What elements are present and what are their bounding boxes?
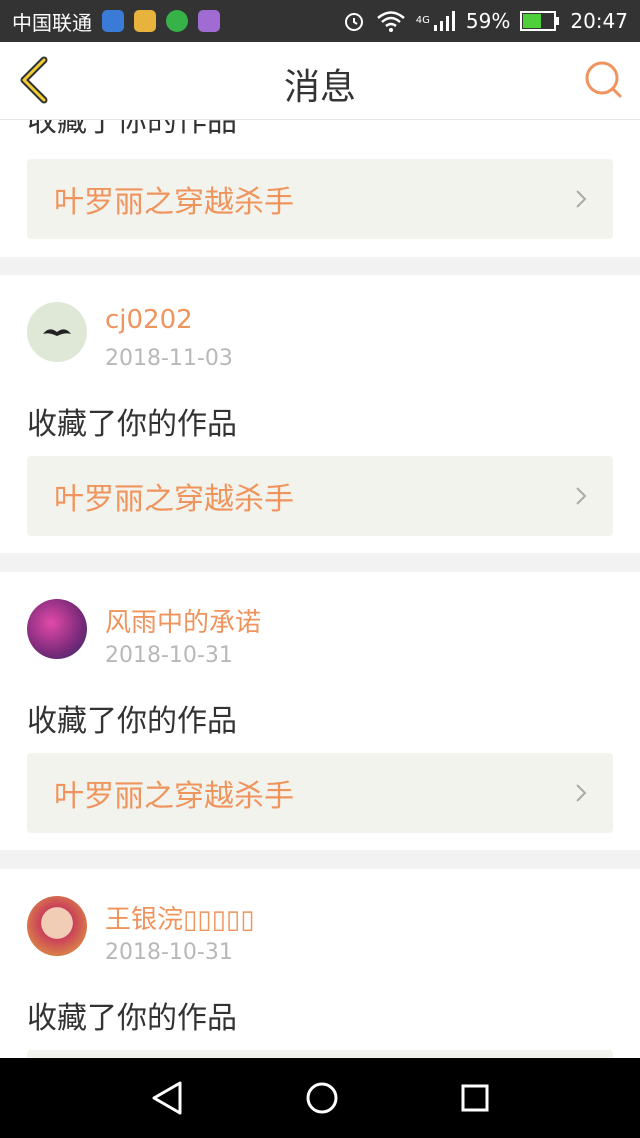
carrier-label: 中国联通 [12, 10, 92, 35]
message-action: 收藏了你的作品 [27, 1001, 237, 1036]
message-date: 2018-11-03 [105, 346, 233, 371]
work-title: 叶罗丽之穿越杀手 [54, 185, 294, 220]
message-card: 王银浣▯▯▯▯▯ 2018-10-31 收藏了你的作品 [0, 869, 640, 1058]
weibo-app-icon [134, 10, 156, 32]
system-nav-bar [0, 1058, 640, 1138]
status-right: 4G 59% 20:47 [342, 9, 628, 33]
battery-percent: 59% [465, 9, 511, 33]
avatar[interactable] [27, 599, 87, 659]
home-circle-icon[interactable] [305, 1081, 339, 1115]
page-title: 消息 [283, 67, 356, 108]
battery-icon [520, 11, 560, 31]
avatar[interactable] [27, 896, 87, 956]
work-link[interactable]: 叶罗丽之穿越杀手 [27, 753, 613, 833]
signal-icon [433, 11, 455, 31]
message-card: 收藏了你的作品 叶罗丽之穿越杀手 [0, 120, 640, 257]
wechat-app-icon [166, 10, 188, 32]
chevron-right-icon [576, 784, 587, 802]
chevron-right-icon [576, 487, 587, 505]
header-bar: 消息 [0, 42, 640, 120]
gallery-app-icon [198, 10, 220, 32]
avatar[interactable] [27, 302, 87, 362]
user-name[interactable]: 王银浣▯▯▯▯▯ [105, 899, 255, 936]
status-left: 中国联通 [12, 7, 220, 36]
wifi-icon [376, 11, 405, 32]
mustache-icon [43, 329, 71, 336]
message-action: 收藏了你的作品 [27, 120, 237, 139]
message-list: 收藏了你的作品 叶罗丽之穿越杀手 cj0202 2018-11-03 收藏了你的… [0, 120, 640, 1058]
work-link[interactable]: 叶罗丽之穿越杀手 [27, 456, 613, 536]
back-triangle-icon[interactable] [150, 1080, 184, 1116]
work-title: 叶罗丽之穿越杀手 [54, 779, 294, 814]
chevron-right-icon [576, 190, 587, 208]
work-link[interactable]: 叶罗丽之穿越杀手 [27, 159, 613, 239]
clock: 20:47 [570, 9, 628, 33]
message-action: 收藏了你的作品 [27, 407, 237, 442]
alarm-icon [344, 13, 363, 31]
message-card: cj0202 2018-11-03 收藏了你的作品 叶罗丽之穿越杀手 [0, 275, 640, 553]
map-app-icon [102, 10, 124, 32]
message-action: 收藏了你的作品 [27, 704, 237, 739]
user-name[interactable]: cj0202 [105, 305, 193, 335]
status-bar: 中国联通 4G 59% 20:47 [0, 0, 640, 42]
message-date: 2018-10-31 [105, 643, 233, 668]
message-card: 风雨中的承诺 2018-10-31 收藏了你的作品 叶罗丽之穿越杀手 [0, 572, 640, 850]
message-date: 2018-10-31 [105, 940, 233, 965]
work-link[interactable] [27, 1050, 613, 1058]
work-title: 叶罗丽之穿越杀手 [54, 482, 294, 517]
recents-square-icon[interactable] [460, 1083, 490, 1113]
user-name[interactable]: 风雨中的承诺 [105, 602, 261, 639]
search-icon[interactable] [582, 58, 626, 102]
network-type: 4G [415, 15, 430, 26]
